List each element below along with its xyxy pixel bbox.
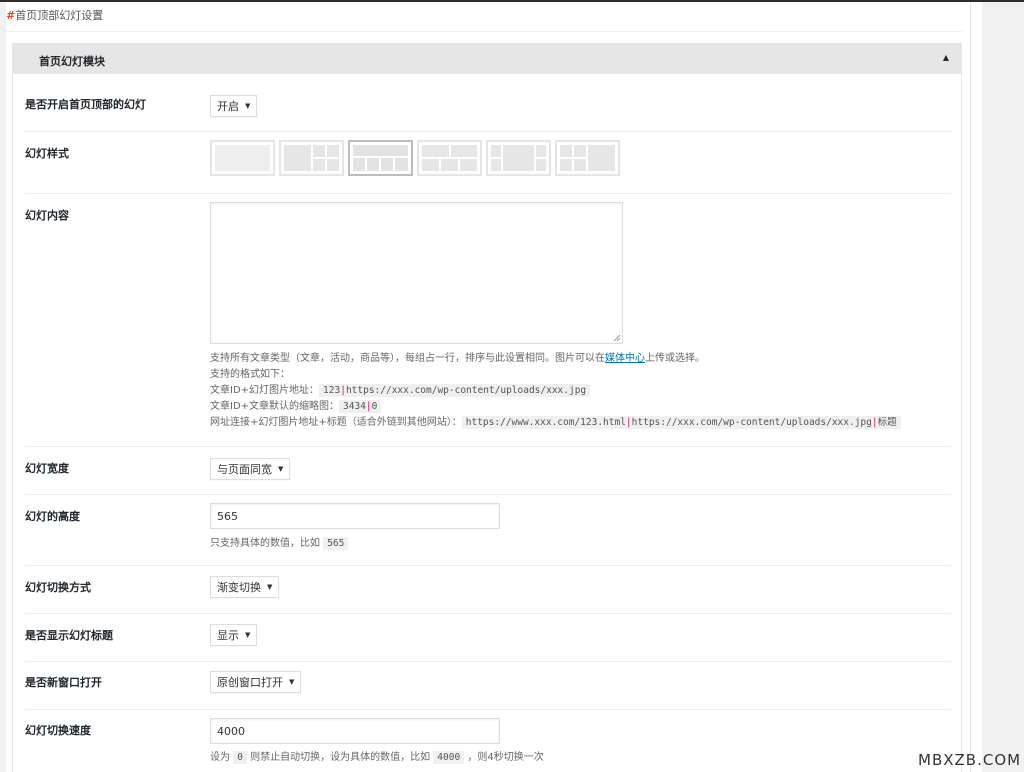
style-option-5[interactable] <box>486 140 551 176</box>
width-label: 幻灯宽度 <box>25 462 69 475</box>
resize-handle-icon[interactable] <box>613 334 621 342</box>
chevron-down-icon: ▼ <box>245 102 251 110</box>
chevron-down-icon: ▼ <box>289 678 295 686</box>
show-title-select[interactable]: 显示 ▼ <box>210 624 258 646</box>
section-breadcrumb: #首页顶部幻灯设置 <box>6 7 103 23</box>
breadcrumb-text: 首页顶部幻灯设置 <box>15 9 104 22</box>
chevron-down-icon: ▼ <box>267 583 273 591</box>
code-part: 123 <box>323 385 341 396</box>
format-example-2: 3434|0 <box>339 400 382 413</box>
help-text: 则禁止自动切换，设为具体的数值，比如 <box>250 752 431 763</box>
transition-label: 幻灯切换方式 <box>25 581 91 594</box>
row-slider-width: 幻灯宽度 与页面同宽 ▼ <box>25 447 951 495</box>
enable-select-value: 开启 <box>217 100 239 113</box>
format-example-1: 123|https://xxx.com/wp-content/uploads/x… <box>319 384 591 397</box>
panel-title: 首页幻灯模块 <box>39 55 105 68</box>
code-part: https://xxx.com/wp-content/uploads/xxx.j… <box>631 417 872 428</box>
content-border <box>970 0 971 772</box>
row-new-window: 是否新窗口打开 原创窗口打开 ▼ <box>25 662 951 710</box>
width-select[interactable]: 与页面同宽 ▼ <box>210 458 291 480</box>
help-text: 只支持具体的数值，比如 <box>210 538 320 549</box>
code-part: https://www.xxx.com/123.html <box>465 417 626 428</box>
help-text: 网址连接+幻灯图片地址+标题（适合外链到其他网站）： <box>210 417 462 428</box>
collapse-arrow-icon[interactable]: ▲ <box>943 53 949 62</box>
row-show-title: 是否显示幻灯标题 显示 ▼ <box>25 614 951 662</box>
help-text: 设为 <box>210 752 230 763</box>
height-label: 幻灯的高度 <box>25 510 80 523</box>
style-option-4[interactable] <box>417 140 482 176</box>
height-example: 565 <box>323 537 349 550</box>
help-line-4: 文章ID+文章默认的缩略图： 3434|0 <box>210 399 950 415</box>
help-text: 支持所有文章类型（文章，活动，商品等），每组占一行，排序与此设置相同。图片可以在 <box>210 353 605 364</box>
media-center-link[interactable]: 媒体中心 <box>605 353 645 364</box>
layout-full-icon <box>215 145 270 171</box>
site-watermark: MBXZB.COM <box>918 751 1022 769</box>
speed-help: 设为 0 则禁止自动切换，设为具体的数值，比如 4000 ，则4秒切换一次 <box>210 750 544 766</box>
help-line-2: 支持的格式如下： <box>210 369 290 380</box>
code-part: https://xxx.com/wp-content/uploads/xxx.j… <box>345 385 587 396</box>
help-line-1: 支持所有文章类型（文章，活动，商品等），每组占一行，排序与此设置相同。图片可以在… <box>210 351 950 367</box>
slider-settings-panel: 首页幻灯模块 ▲ 是否开启首页顶部的幻灯 开启 ▼ 幻灯样式 幻灯内容 支持所有… <box>12 43 962 772</box>
content-textarea[interactable] <box>210 202 623 344</box>
enable-label: 是否开启首页顶部的幻灯 <box>25 98 146 111</box>
speed-label: 幻灯切换速度 <box>25 724 91 737</box>
help-text: ，则4秒切换一次 <box>467 752 544 763</box>
help-line-5: 网址连接+幻灯图片地址+标题（适合外链到其他网站）： https://www.xx… <box>210 415 950 431</box>
row-slider-speed: 幻灯切换速度 设为 0 则禁止自动切换，设为具体的数值，比如 4000 ，则4秒… <box>25 710 951 772</box>
layout-center-icon <box>491 145 546 171</box>
show-title-select-value: 显示 <box>217 629 239 642</box>
speed-example-zero: 0 <box>233 751 247 764</box>
content-help: 支持所有文章类型（文章，活动，商品等），每组占一行，排序与此设置相同。图片可以在… <box>210 351 950 431</box>
content-label: 幻灯内容 <box>25 209 69 222</box>
chevron-down-icon: ▼ <box>245 631 251 639</box>
breadcrumb-divider <box>6 31 962 32</box>
top-bar <box>0 0 1024 2</box>
help-line-3: 文章ID+幻灯图片地址： 123|https://xxx.com/wp-conte… <box>210 383 950 399</box>
height-help: 只支持具体的数值，比如 565 <box>210 536 349 552</box>
speed-example-value: 4000 <box>433 751 465 764</box>
row-slider-height: 幻灯的高度 只支持具体的数值，比如 565 <box>25 495 951 566</box>
code-part: 0 <box>371 401 378 412</box>
layout-split-icon <box>422 145 477 171</box>
style-option-2[interactable] <box>279 140 344 176</box>
help-text: 文章ID+幻灯图片地址： <box>210 385 320 396</box>
height-input[interactable] <box>210 503 500 529</box>
chevron-down-icon: ▼ <box>278 465 284 473</box>
row-slider-transition: 幻灯切换方式 渐变切换 ▼ <box>25 566 951 614</box>
layout-right-grid-icon <box>560 145 615 171</box>
row-enable-slider: 是否开启首页顶部的幻灯 开启 ▼ <box>25 74 951 132</box>
speed-input[interactable] <box>210 718 500 744</box>
panel-header[interactable]: 首页幻灯模块 ▲ <box>13 44 961 74</box>
hash-mark: # <box>6 9 16 22</box>
right-rail <box>982 0 1024 772</box>
help-text: 上传或选择。 <box>645 353 705 364</box>
format-example-3: https://www.xxx.com/123.html|https://xxx… <box>461 416 901 429</box>
row-slider-style: 幻灯样式 <box>25 132 951 194</box>
style-option-1[interactable] <box>210 140 275 176</box>
row-slider-content: 幻灯内容 支持所有文章类型（文章，活动，商品等），每组占一行，排序与此设置相同。… <box>25 194 951 447</box>
style-option-3[interactable] <box>348 140 413 176</box>
new-window-select-value: 原创窗口打开 <box>217 676 283 689</box>
layout-top-bottom-icon <box>353 145 408 171</box>
layout-left-grid-icon <box>284 145 339 171</box>
new-window-select[interactable]: 原创窗口打开 ▼ <box>210 671 302 693</box>
transition-select[interactable]: 渐变切换 ▼ <box>210 576 280 598</box>
transition-select-value: 渐变切换 <box>217 581 261 594</box>
style-picker <box>210 140 620 176</box>
style-label: 幻灯样式 <box>25 147 69 160</box>
code-part: 3434 <box>343 401 366 412</box>
code-part: 标题 <box>877 417 897 428</box>
new-window-label: 是否新窗口打开 <box>25 676 102 689</box>
help-text: 文章ID+文章默认的缩略图： <box>210 401 340 412</box>
style-option-6[interactable] <box>555 140 620 176</box>
width-select-value: 与页面同宽 <box>217 463 272 476</box>
enable-select[interactable]: 开启 ▼ <box>210 95 258 117</box>
show-title-label: 是否显示幻灯标题 <box>25 629 113 642</box>
